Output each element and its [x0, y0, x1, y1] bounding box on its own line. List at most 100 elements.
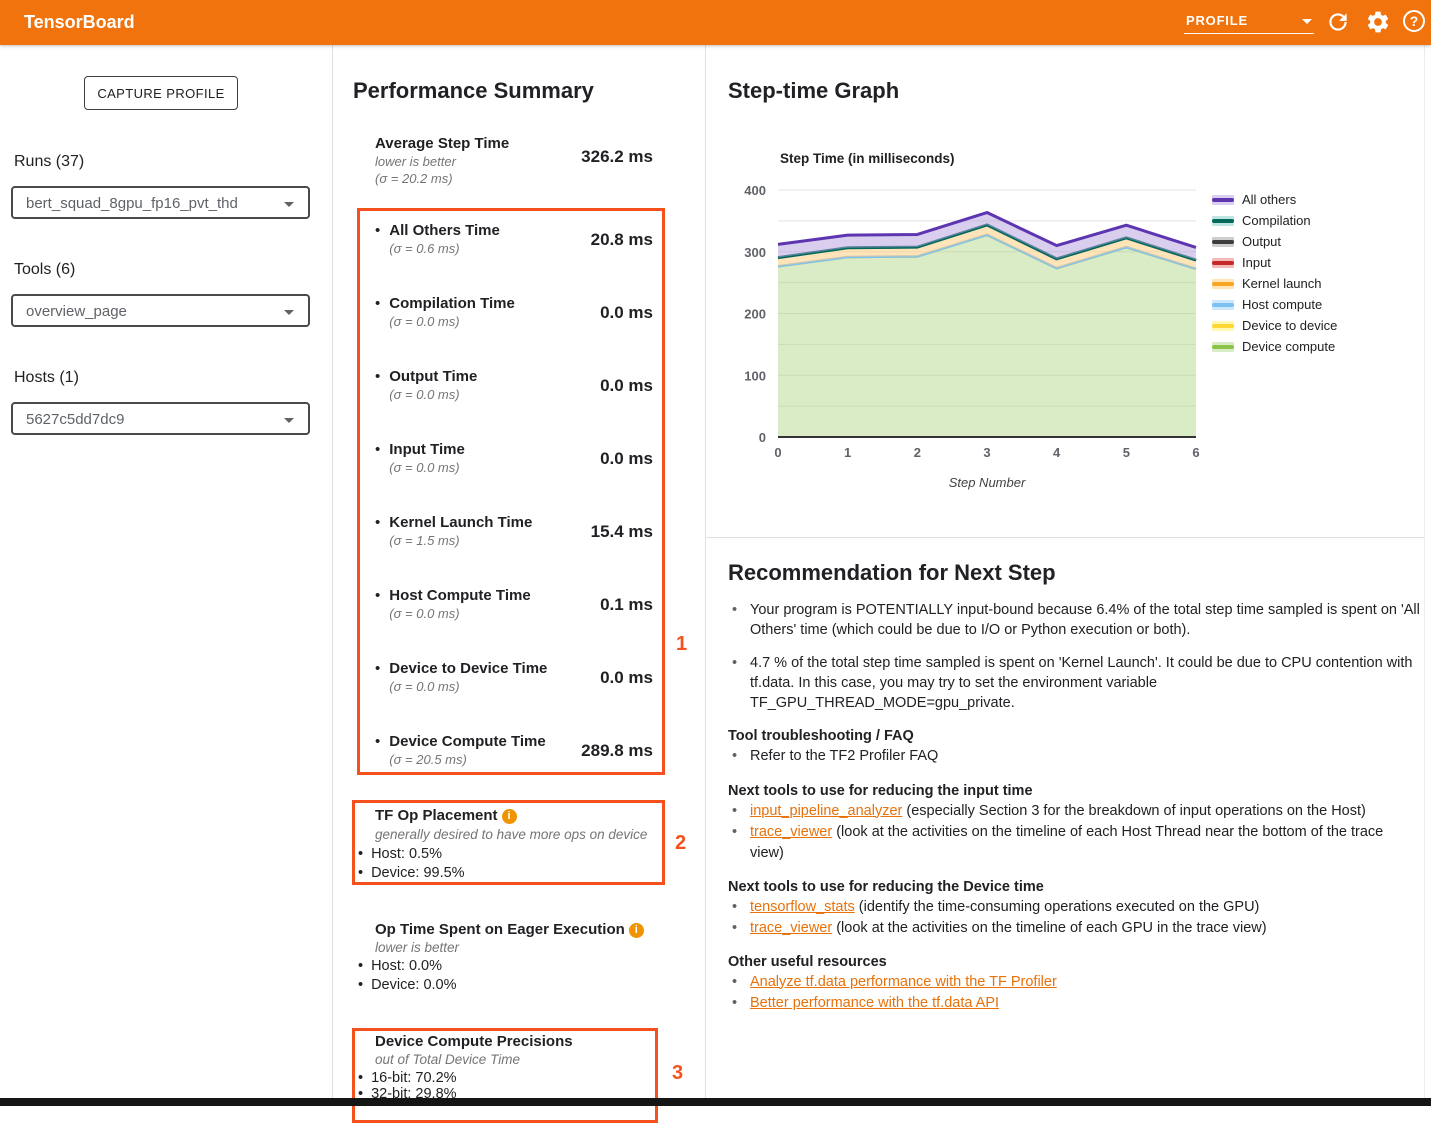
- metric-value: 0.0 ms: [600, 376, 653, 403]
- svg-text:0: 0: [759, 430, 766, 445]
- link[interactable]: trace_viewer: [750, 920, 832, 936]
- sidebar-divider: [332, 45, 333, 1106]
- metric-sigma: (σ = 0.0 ms): [389, 313, 515, 330]
- list-item: Analyze tf.data performance with the TF …: [728, 972, 1420, 993]
- eager-note: lower is better: [375, 939, 459, 957]
- metric-row: • Host Compute Time (σ = 0.0 ms) 0.1 ms: [375, 587, 653, 622]
- bullet: •: [375, 368, 380, 403]
- metric-label: Device Compute Time: [389, 733, 545, 751]
- section-heading: Next tools to use for reducing the Devic…: [728, 879, 1420, 895]
- link[interactable]: tensorflow_stats: [750, 899, 855, 915]
- legend-swatch: [1212, 300, 1234, 310]
- metric-row: • Compilation Time (σ = 0.0 ms) 0.0 ms: [375, 295, 653, 330]
- hosts-select-value: 5627c5dd7dc9: [26, 411, 124, 428]
- bullet: •: [375, 514, 380, 549]
- hosts-label: Hosts (1): [14, 369, 79, 387]
- metric-value: 15.4 ms: [591, 522, 653, 549]
- legend-entry: Device compute: [1212, 336, 1337, 357]
- bullet: •: [375, 222, 380, 257]
- metric-row: • Output Time (σ = 0.0 ms) 0.0 ms: [375, 368, 653, 403]
- legend-entry: Compilation: [1212, 210, 1337, 231]
- svg-text:400: 400: [744, 183, 766, 198]
- link[interactable]: Analyze tf.data performance with the TF …: [750, 974, 1057, 990]
- precisions-note: out of Total Device Time: [375, 1051, 520, 1069]
- tf-op-placement-device: •Device: 99.5%: [358, 864, 465, 883]
- dashboard-selector[interactable]: PROFILE: [1184, 8, 1314, 34]
- svg-text:1: 1: [844, 445, 851, 460]
- eager-heading: Op Time Spent on Eager Executioni: [375, 920, 644, 939]
- chart-legend: All others Compilation Output Input Kern…: [1212, 189, 1337, 357]
- legend-swatch: [1212, 237, 1234, 247]
- step-time-graph-title: Step-time Graph: [728, 78, 899, 104]
- chevron-down-icon: [284, 202, 294, 207]
- legend-swatch: [1212, 258, 1234, 268]
- list-item: trace_viewer (look at the activities on …: [728, 918, 1420, 939]
- svg-text:300: 300: [744, 245, 766, 260]
- legend-entry: Output: [1212, 231, 1337, 252]
- reload-button[interactable]: [1325, 9, 1351, 35]
- legend-swatch: [1212, 342, 1234, 352]
- recommendation-title: Recommendation for Next Step: [728, 560, 1420, 586]
- annotation-number-3: 3: [672, 1062, 683, 1085]
- bullet: •: [358, 865, 363, 881]
- tools-label: Tools (6): [14, 261, 75, 279]
- metric-row: • Kernel Launch Time (σ = 1.5 ms) 15.4 m…: [375, 514, 653, 549]
- runs-select[interactable]: bert_squad_8gpu_fp16_pvt_thd: [11, 186, 310, 219]
- bullet: •: [375, 295, 380, 330]
- gear-icon: [1365, 9, 1391, 35]
- bullet: •: [358, 1070, 363, 1086]
- hosts-select[interactable]: 5627c5dd7dc9: [11, 402, 310, 435]
- metric-row: • Device Compute Time (σ = 20.5 ms) 289.…: [375, 733, 653, 768]
- help-icon: ?: [1403, 10, 1425, 32]
- list-item: Better performance with the tf.data API: [728, 993, 1420, 1014]
- app-header: TensorBoard PROFILE ?: [0, 0, 1431, 45]
- metric-value: 0.0 ms: [600, 668, 653, 695]
- svg-text:6: 6: [1192, 445, 1199, 460]
- legend-swatch: [1212, 279, 1234, 289]
- legend-entry: All others: [1212, 189, 1337, 210]
- info-icon[interactable]: i: [629, 923, 644, 938]
- metric-row: • Device to Device Time (σ = 0.0 ms) 0.0…: [375, 660, 653, 695]
- bullet: •: [375, 660, 380, 695]
- tools-select[interactable]: overview_page: [11, 294, 310, 327]
- app-title: TensorBoard: [24, 12, 135, 33]
- bullet: •: [358, 977, 363, 993]
- legend-swatch: [1212, 216, 1234, 226]
- metric-sigma: (σ = 0.0 ms): [389, 678, 547, 695]
- link[interactable]: trace_viewer: [750, 824, 832, 840]
- legend-entry: Host compute: [1212, 294, 1337, 315]
- metric-sigma: (σ = 20.5 ms): [389, 751, 545, 768]
- list-item: Refer to the TF2 Profiler FAQ: [728, 746, 1420, 767]
- chevron-down-icon: [1302, 19, 1312, 24]
- section-heading: Tool troubleshooting / FAQ: [728, 728, 1420, 744]
- bullet: •: [375, 733, 380, 768]
- metric-sigma: (σ = 0.0 ms): [389, 605, 530, 622]
- metric-label: Host Compute Time: [389, 587, 530, 605]
- svg-text:0: 0: [774, 445, 781, 460]
- link[interactable]: Better performance with the tf.data API: [750, 995, 999, 1011]
- metric-value: 289.8 ms: [581, 741, 653, 768]
- svg-text:4: 4: [1053, 445, 1061, 460]
- capture-profile-button[interactable]: CAPTURE PROFILE: [84, 76, 238, 110]
- settings-button[interactable]: [1365, 9, 1391, 35]
- reload-icon: [1325, 9, 1351, 35]
- link[interactable]: input_pipeline_analyzer: [750, 803, 902, 819]
- bullet: •: [375, 441, 380, 476]
- legend-swatch: [1212, 195, 1234, 205]
- scrollbar-track[interactable]: [1424, 45, 1425, 1106]
- metric-value: 326.2 ms: [581, 147, 653, 187]
- chevron-down-icon: [284, 310, 294, 315]
- metric-label: All Others Time: [389, 222, 500, 240]
- tf-op-placement-host: •Host: 0.5%: [358, 845, 442, 864]
- recommendation-bullet: Your program is POTENTIALLY input-bound …: [728, 600, 1420, 641]
- help-button[interactable]: ?: [1403, 9, 1429, 35]
- list-item: trace_viewer (look at the activities on …: [728, 822, 1420, 864]
- list-item: input_pipeline_analyzer (especially Sect…: [728, 801, 1420, 822]
- legend-entry: Kernel launch: [1212, 273, 1337, 294]
- performance-summary-title: Performance Summary: [353, 78, 594, 104]
- legend-swatch: [1212, 321, 1234, 331]
- bullet: •: [358, 846, 363, 862]
- metric-sigma: (σ = 1.5 ms): [389, 532, 532, 549]
- bullet: •: [375, 587, 380, 622]
- info-icon[interactable]: i: [502, 809, 517, 824]
